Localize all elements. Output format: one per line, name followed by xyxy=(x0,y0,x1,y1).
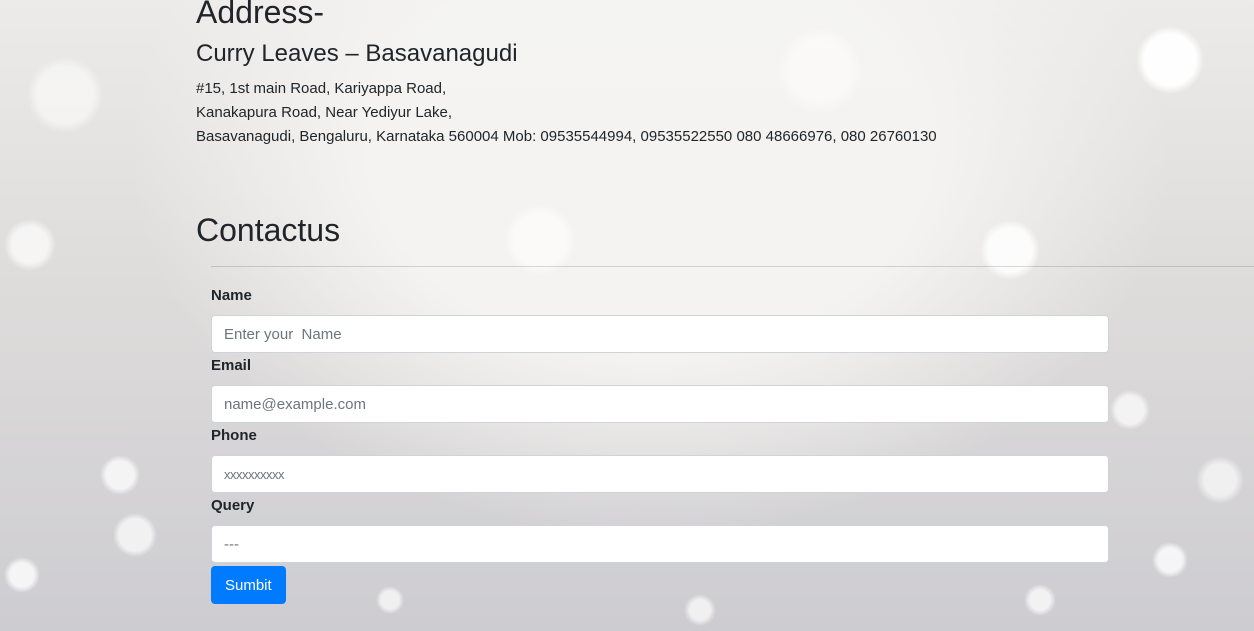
contact-heading: Contactus xyxy=(196,212,341,248)
submit-button[interactable]: Sumbit xyxy=(211,566,286,604)
query-input[interactable] xyxy=(211,525,1109,563)
phone-label: Phone xyxy=(211,427,257,444)
address-line: Kanakapura Road, Near Yediyur Lake, xyxy=(196,103,453,121)
branch-name: Curry Leaves – Basavanagudi xyxy=(196,40,518,67)
contact-form: Name Email Phone Query Sumbit xyxy=(211,286,1109,604)
name-input[interactable] xyxy=(211,315,1109,353)
query-label: Query xyxy=(211,497,255,514)
name-label: Name xyxy=(211,287,252,304)
address-heading: Address- xyxy=(196,0,325,30)
address-section: Address- Curry Leaves – Basavanagudi #15… xyxy=(196,0,1236,149)
address-line: #15, 1st main Road, Kariyappa Road, xyxy=(196,79,447,97)
email-input[interactable] xyxy=(211,385,1109,423)
email-label: Email xyxy=(211,357,252,374)
address-block: #15, 1st main Road, Kariyappa Road, Kana… xyxy=(196,77,1236,149)
section-divider xyxy=(211,266,1254,267)
phone-input[interactable] xyxy=(211,455,1109,493)
address-line: Basavanagudi, Bengaluru, Karnataka 56000… xyxy=(196,127,937,145)
